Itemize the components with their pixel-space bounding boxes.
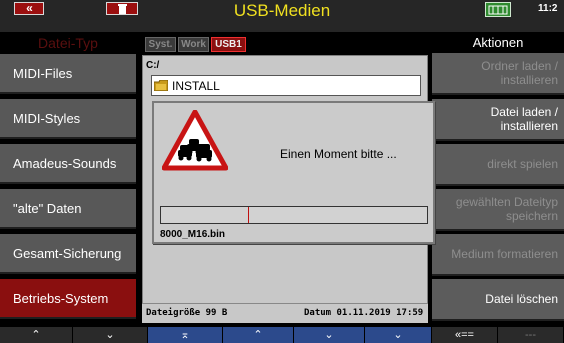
chevron-down-icon: ⌄ <box>105 329 115 341</box>
dialog-message: Einen Moment bitte ... <box>280 147 397 161</box>
file-name: INSTALL <box>172 79 220 93</box>
current-path: C:/ <box>146 60 160 71</box>
file-type-label: MIDI-Styles <box>13 111 81 126</box>
file-type-midi-styles[interactable]: MIDI-Styles <box>0 99 136 139</box>
save-file-type-button[interactable]: gewählten Dateityp speichern <box>432 189 564 231</box>
file-type-header: Datei-Typ <box>38 35 98 51</box>
action-label: installieren <box>500 119 558 133</box>
empty-button[interactable]: --- <box>498 327 564 343</box>
file-type-operating-system[interactable]: Betriebs-System <box>0 279 136 319</box>
delete-file-button[interactable]: Datei löschen <box>432 279 564 321</box>
actions-header: Aktionen <box>472 35 524 50</box>
status-bar: Dateigröße 99 B Datum 01.11.2019 17:59 <box>142 303 428 323</box>
file-type-old-data[interactable]: "alte" Daten <box>0 189 136 229</box>
file-type-midi-files[interactable]: MIDI-Files <box>0 54 136 94</box>
chevron-up-icon: ⌃ <box>253 329 263 341</box>
page-up-button[interactable]: ⌃ <box>223 327 294 343</box>
action-label: installieren <box>500 73 558 87</box>
action-label: Ordner laden / <box>481 59 558 73</box>
file-type-amadeus-sounds[interactable]: Amadeus-Sounds <box>0 144 136 184</box>
jump-top-button[interactable]: ⌅ <box>148 327 223 343</box>
file-type-label: "alte" Daten <box>13 201 82 216</box>
scroll-up-button[interactable]: ⌃ <box>0 327 73 343</box>
action-label: speichern <box>505 209 558 223</box>
back-arrow-icon: «== <box>455 329 474 341</box>
load-folder-button[interactable]: Ordner laden / installieren <box>432 53 564 95</box>
jump-top-icon: ⌅ <box>180 329 190 341</box>
file-type-label: MIDI-Files <box>13 66 73 81</box>
progress-bar <box>160 206 428 224</box>
select-button[interactable]: ⌄ <box>365 327 432 343</box>
folder-icon <box>154 80 168 91</box>
action-label: Datei laden / <box>490 105 558 119</box>
top-bar: « USB-Medien 11:2 <box>0 0 564 32</box>
chevron-up-icon: ⌃ <box>31 329 41 341</box>
file-type-label: Betriebs-System <box>13 291 109 306</box>
action-label: direkt spielen <box>487 157 558 171</box>
file-type-label: Amadeus-Sounds <box>13 156 117 171</box>
file-size: Dateigröße 99 B <box>146 308 228 318</box>
action-label: Datei löschen <box>485 292 558 306</box>
page-title: USB-Medien <box>233 1 331 20</box>
page-down-button[interactable]: ⌄ <box>294 327 365 343</box>
file-type-full-backup[interactable]: Gesamt-Sicherung <box>0 234 136 274</box>
file-date: Datum 01.11.2019 17:59 <box>304 308 424 318</box>
back-up-button[interactable]: «== <box>432 327 498 343</box>
scroll-down-button[interactable]: ⌄ <box>73 327 148 343</box>
file-type-label: Gesamt-Sicherung <box>13 246 122 261</box>
tab-usb1[interactable]: USB1 <box>211 37 246 52</box>
play-direct-button[interactable]: direkt spielen <box>432 144 564 186</box>
load-file-button[interactable]: Datei laden / installieren <box>432 99 564 141</box>
placeholder-label: --- <box>525 329 536 341</box>
chevron-down-icon: ⌄ <box>324 329 334 341</box>
action-label: Medium formatieren <box>451 247 558 261</box>
tab-work[interactable]: Work <box>178 37 209 52</box>
tab-system[interactable]: Syst. <box>145 37 176 52</box>
chevron-down-icon: ⌄ <box>393 329 403 341</box>
action-label: gewählten Dateityp <box>455 195 558 209</box>
traffic-warning-icon <box>162 110 228 171</box>
dialog-file-name: 8000_M16.bin <box>160 229 226 240</box>
keyboard-icon[interactable] <box>485 2 511 17</box>
format-medium-button[interactable]: Medium formatieren <box>432 234 564 276</box>
clock: 11:2 <box>538 3 558 14</box>
progress-fill <box>161 207 249 223</box>
